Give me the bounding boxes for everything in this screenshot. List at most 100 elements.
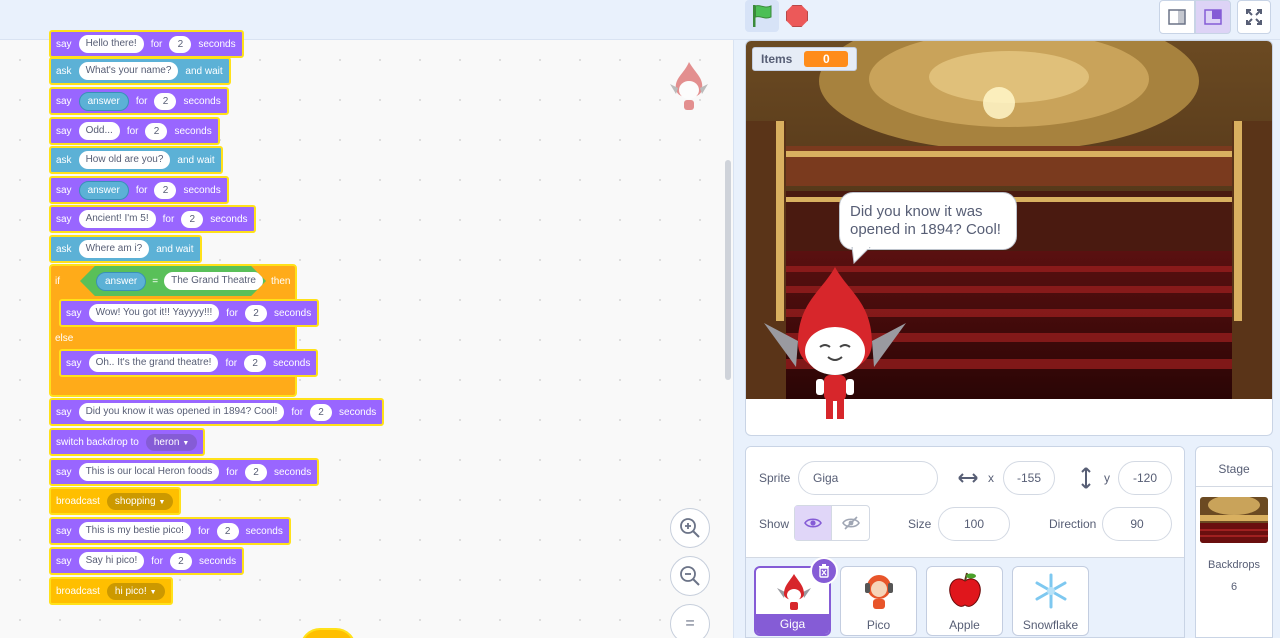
else-label: else	[55, 333, 74, 344]
sprite-tile-apple[interactable]: Apple	[926, 566, 1003, 636]
say-block-1[interactable]: say Hello there! for 2 seconds	[49, 30, 244, 58]
say-message-field[interactable]: Hello there!	[78, 35, 144, 53]
answer-reporter[interactable]: answer	[78, 91, 129, 111]
answer-reporter[interactable]: answer	[96, 271, 147, 291]
zoom-in-icon	[680, 518, 700, 538]
say-block-then[interactable]: say Wow! You got it!! Yayyyy!!! for 2 se…	[59, 299, 320, 327]
say-block-2[interactable]: say answer for 2 seconds	[49, 87, 229, 115]
say-message-field[interactable]: Odd...	[78, 122, 120, 140]
broadcast-block-2[interactable]: broadcast hi pico! ▼	[49, 577, 173, 605]
eye-icon	[804, 518, 822, 528]
zoom-in-button[interactable]	[670, 508, 710, 548]
say-message-field[interactable]: This is our local Heron foods	[78, 463, 220, 481]
x-input[interactable]: -155	[1003, 461, 1055, 495]
current-sprite-icon	[670, 62, 708, 110]
ask-block-2[interactable]: ask How old are you? and wait	[49, 146, 223, 174]
secs-field[interactable]: 2	[244, 354, 267, 372]
y-input[interactable]: -120	[1118, 461, 1172, 495]
sprite-info-pane: Sprite Giga x -155 y -120 Show Size 100 …	[745, 446, 1185, 638]
say-block-3[interactable]: say Odd... for 2 seconds	[49, 117, 220, 145]
giga-sprite[interactable]	[760, 263, 910, 433]
secs-field[interactable]: 2	[181, 210, 204, 228]
ask-block-3[interactable]: ask Where am i? and wait	[49, 235, 202, 263]
chevron-down-icon: ▼	[182, 439, 190, 447]
stage-thumbnail[interactable]	[1200, 497, 1268, 543]
secs-field[interactable]: 2	[244, 304, 267, 322]
show-toggle-group	[794, 505, 870, 541]
equals-operator[interactable]: answer = The Grand Theatre	[80, 266, 266, 296]
secs-field[interactable]: 2	[216, 522, 239, 540]
answer-reporter[interactable]: answer	[78, 180, 129, 200]
broadcast-block-1[interactable]: broadcast shopping ▼	[49, 487, 182, 515]
sprite-tile-label: Apple	[949, 618, 980, 632]
green-flag-icon	[753, 5, 772, 27]
normal-stage-button[interactable]	[1195, 0, 1231, 34]
fullscreen-button[interactable]	[1237, 0, 1271, 34]
broadcast-dropdown[interactable]: shopping ▼	[106, 492, 174, 510]
apple-thumbnail	[949, 572, 981, 607]
say-message-field[interactable]: Oh.. It's the grand theatre!	[88, 354, 219, 372]
backdrop-dropdown[interactable]: heron ▼	[145, 433, 198, 451]
y-position-icon	[1081, 467, 1091, 489]
show-hidden-button[interactable]	[832, 506, 869, 540]
delete-sprite-button[interactable]	[810, 557, 838, 585]
direction-label: Direction	[1049, 517, 1097, 531]
stage[interactable]: Items 0 Did you know it was opened in 18…	[745, 40, 1273, 436]
secs-field[interactable]: 2	[310, 403, 333, 421]
say-block-9[interactable]: say Say hi pico! for 2 seconds	[49, 547, 245, 575]
snowflake-thumbnail	[1035, 573, 1067, 609]
say-message-field[interactable]: Wow! You got it!! Yayyyy!!!	[88, 304, 220, 322]
secs-field[interactable]: 2	[145, 122, 168, 140]
say-block-7[interactable]: say This is our local Heron foods for 2 …	[49, 458, 320, 486]
say-block-8[interactable]: say This is my bestie pico! for 2 second…	[49, 517, 291, 545]
green-flag-button[interactable]	[745, 0, 779, 32]
broadcast-dropdown[interactable]: hi pico! ▼	[106, 582, 165, 600]
code-scrollbar[interactable]	[725, 160, 731, 380]
zoom-out-icon	[680, 566, 700, 586]
say-block-5[interactable]: say Ancient! I'm 5! for 2 seconds	[49, 205, 256, 233]
secs-field[interactable]: 2	[169, 552, 192, 570]
show-label: Show	[759, 517, 790, 531]
size-input[interactable]: 100	[938, 507, 1010, 541]
say-message-field[interactable]: Ancient! I'm 5!	[78, 210, 156, 228]
say-message-field[interactable]: This is my bestie pico!	[78, 522, 191, 540]
items-value: 0	[804, 51, 849, 67]
x-position-icon	[958, 473, 978, 483]
stop-icon	[786, 5, 808, 27]
ask-question-field[interactable]: How old are you?	[78, 151, 171, 169]
direction-input[interactable]: 90	[1102, 507, 1172, 541]
compare-value-field[interactable]: The Grand Theatre	[164, 272, 263, 290]
then-label: then	[271, 276, 291, 287]
ask-question-field[interactable]: What's your name?	[78, 62, 179, 80]
small-stage-button[interactable]	[1159, 0, 1195, 34]
secs-field[interactable]: 2	[244, 463, 267, 481]
speech-bubble: Did you know it was opened in 1894? Cool…	[839, 192, 1017, 250]
ask-question-field[interactable]: Where am i?	[78, 240, 150, 258]
say-message-field[interactable]: Say hi pico!	[78, 552, 145, 570]
sprite-tile-pico[interactable]: Pico	[840, 566, 917, 636]
say-message-field[interactable]: Did you know it was opened in 1894? Cool…	[78, 403, 285, 421]
show-visible-button[interactable]	[795, 506, 833, 540]
zoom-reset-button[interactable]: =	[670, 604, 710, 638]
items-variable-monitor[interactable]: Items 0	[752, 47, 858, 71]
chevron-down-icon: ▼	[158, 498, 166, 506]
sprite-tile-snowflake[interactable]: Snowflake	[1012, 566, 1089, 636]
switch-backdrop-block[interactable]: switch backdrop to heron ▼	[49, 428, 206, 456]
giga-thumbnail	[777, 574, 811, 610]
say-block-4[interactable]: say answer for 2 seconds	[49, 176, 229, 204]
sprite-name-input[interactable]: Giga	[798, 461, 938, 495]
say-block-else[interactable]: say Oh.. It's the grand theatre! for 2 s…	[59, 349, 319, 377]
secs-field[interactable]: 2	[154, 92, 177, 110]
backdrops-label: Backdrops	[1208, 559, 1260, 571]
stop-button[interactable]	[780, 0, 814, 32]
secs-field[interactable]: 2	[169, 35, 192, 53]
sprite-label: Sprite	[759, 471, 791, 485]
ask-block-1[interactable]: ask What's your name? and wait	[49, 57, 231, 85]
say-block-6[interactable]: say Did you know it was opened in 1894? …	[49, 398, 385, 426]
zoom-out-button[interactable]	[670, 556, 710, 596]
stage-selector[interactable]: Stage Backdrops 6	[1195, 446, 1273, 638]
secs-field[interactable]: 2	[154, 181, 177, 199]
sprite-tile-label: Giga	[756, 614, 829, 634]
y-label: y	[1104, 471, 1110, 485]
zoom-reset-icon: =	[685, 615, 695, 632]
